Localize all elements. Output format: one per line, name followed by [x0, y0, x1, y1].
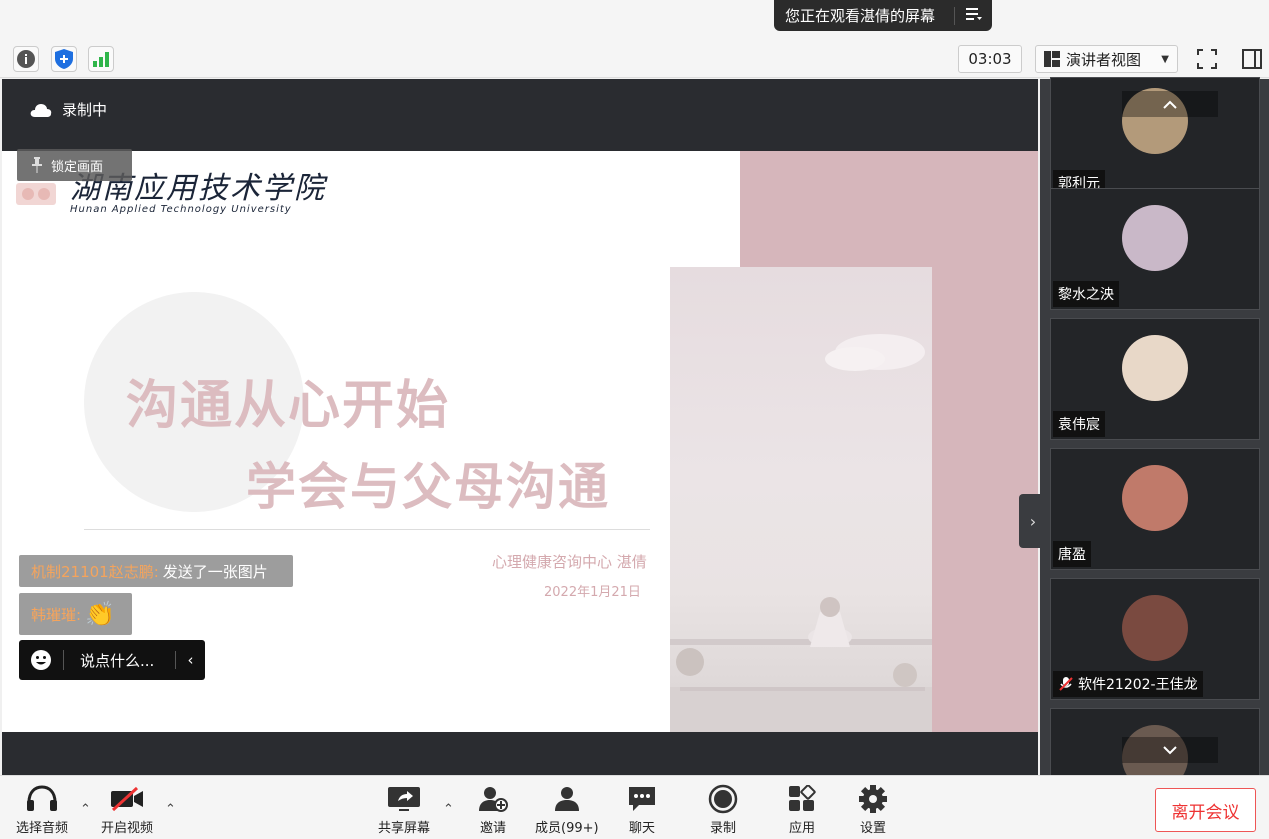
participant-name: 黎水之泱	[1053, 281, 1119, 307]
cloud-icon	[30, 103, 52, 117]
slide-photo	[670, 267, 932, 732]
record-label: 录制	[709, 821, 736, 836]
bottom-control-bar: 选择音频 ⌃ 开启视频 ⌃ 共享屏幕 ⌃ 邀请 成员(99+) 聊天 录制 应用…	[0, 775, 1269, 839]
share-screen-label: 共享屏幕	[378, 821, 431, 836]
meeting-timer: 03:03	[958, 45, 1022, 73]
settings-label: 设置	[859, 821, 886, 836]
audio-label: 选择音频	[16, 821, 69, 836]
add-person-icon	[478, 784, 508, 814]
participant-tile[interactable]: 郭利元	[1050, 77, 1260, 199]
invite-button[interactable]: 邀请	[478, 784, 508, 836]
record-icon	[708, 784, 738, 814]
video-button[interactable]: 开启视频	[101, 784, 153, 836]
recording-indicator: 录制中	[30, 99, 107, 120]
video-label: 开启视频	[101, 821, 154, 836]
participant-tile[interactable]: 软件21202-王佳龙	[1050, 578, 1260, 700]
chat-button[interactable]: 聊天	[627, 784, 657, 836]
members-icon	[551, 784, 583, 814]
lock-view-label: 锁定画面	[51, 159, 104, 175]
chevron-down-icon[interactable]	[1122, 737, 1218, 763]
logo-subtitle: Hunan Applied Technology University	[70, 203, 292, 215]
members-label: 成员(99+)	[535, 821, 599, 836]
chevron-left-icon[interactable]: ‹	[175, 651, 205, 669]
slide-divider	[84, 529, 650, 530]
mic-muted-icon	[1059, 677, 1073, 691]
settings-button[interactable]: 设置	[858, 784, 888, 836]
audio-button[interactable]: 选择音频	[16, 784, 68, 836]
share-screen-button[interactable]: 共享屏幕	[378, 784, 430, 836]
apps-button[interactable]: 应用	[788, 784, 816, 836]
avatar	[1122, 465, 1188, 531]
watching-text: 您正在观看湛倩的屏幕	[785, 7, 936, 25]
avatar	[1122, 205, 1188, 271]
emoji-icon[interactable]	[19, 649, 63, 671]
slide-date: 2022年1月21日	[544, 585, 641, 600]
participant-tile[interactable]: 唐盈	[1050, 448, 1260, 570]
chat-message: 机制21101赵志鹏: 发送了一张图片	[19, 555, 293, 587]
chat-sender: 机制21101赵志鹏:	[31, 562, 159, 581]
top-bar: 您正在观看湛倩的屏幕	[0, 0, 1269, 40]
security-shield-icon[interactable]	[51, 46, 77, 72]
list-menu-icon[interactable]	[955, 7, 992, 25]
video-options-chevron-icon[interactable]: ⌃	[165, 802, 176, 817]
participant-name: 唐盈	[1053, 541, 1091, 567]
slide-title-2: 学会与父母沟通	[246, 458, 610, 516]
chevron-up-icon[interactable]	[1122, 91, 1218, 117]
gear-icon	[858, 784, 888, 814]
slide-title-1: 沟通从心开始	[126, 376, 451, 436]
chat-input-placeholder[interactable]: 说点什么...	[64, 650, 174, 671]
chat-label: 聊天	[628, 821, 655, 836]
headphones-icon	[25, 784, 59, 814]
participant-sidebar: 郭利元 黎水之泱 袁伟宸 唐盈 软件21202-王佳龙	[1040, 77, 1269, 830]
apps-label: 应用	[788, 821, 815, 836]
record-button[interactable]: 录制	[708, 784, 738, 836]
participant-tile[interactable]: 黎水之泱	[1050, 188, 1260, 310]
info-icon[interactable]	[13, 46, 39, 72]
lock-view-button[interactable]: 锁定画面	[17, 149, 132, 181]
audio-options-chevron-icon[interactable]: ⌃	[80, 802, 91, 817]
chat-sender: 韩璀璀:	[31, 605, 82, 624]
view-mode-select[interactable]: 演讲者视图 ▼	[1035, 45, 1178, 73]
participant-tile[interactable]: 袁伟宸	[1050, 318, 1260, 440]
video-off-icon	[109, 784, 145, 814]
chat-message: 韩璀璀: 👏	[19, 593, 132, 635]
watching-banner: 您正在观看湛倩的屏幕	[774, 0, 992, 31]
recording-label: 录制中	[62, 101, 108, 119]
apps-grid-icon	[788, 784, 816, 814]
fullscreen-icon[interactable]	[1194, 46, 1220, 72]
layout-icon	[1044, 51, 1060, 67]
clap-emoji: 👏	[85, 600, 115, 628]
participant-name: 软件21202-王佳龙	[1078, 677, 1198, 693]
avatar	[1122, 595, 1188, 661]
pin-icon	[32, 157, 42, 173]
view-mode-label: 演讲者视图	[1066, 50, 1142, 69]
invite-label: 邀请	[479, 821, 506, 836]
shared-screen-area: 录制中 湖南应用技术学院 Hunan Applied Technology Un…	[2, 79, 1047, 775]
avatar	[1122, 335, 1188, 401]
meeting-toolbar: 03:03 演讲者视图 ▼	[0, 40, 1269, 78]
chat-bubble-icon	[627, 784, 657, 814]
chat-text: 发送了一张图片	[162, 562, 268, 581]
chat-input-bar[interactable]: 说点什么... ‹	[19, 640, 205, 680]
sidebar-toggle-icon[interactable]	[1239, 46, 1265, 72]
share-options-chevron-icon[interactable]: ⌃	[443, 802, 454, 817]
share-screen-icon	[387, 784, 421, 814]
members-button[interactable]: 成员(99+)	[535, 784, 599, 836]
participant-name: 袁伟宸	[1053, 411, 1105, 437]
slide-presenter: 心理健康咨询中心 湛倩	[492, 553, 647, 571]
chevron-down-icon: ▼	[1161, 53, 1169, 65]
signal-strength-icon[interactable]	[88, 46, 114, 72]
participant-name-row: 软件21202-王佳龙	[1053, 671, 1203, 697]
leave-meeting-button[interactable]: 离开会议	[1155, 788, 1256, 832]
